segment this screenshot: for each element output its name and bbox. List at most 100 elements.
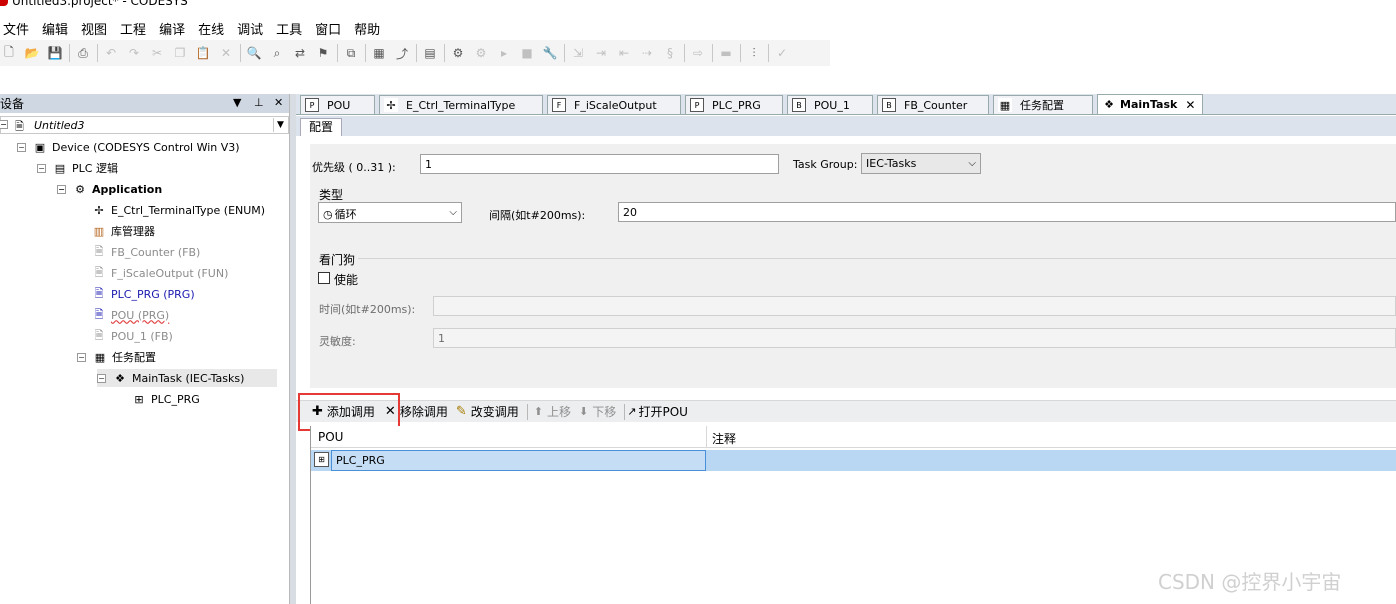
close-tab-icon[interactable]: ✕ (1185, 98, 1195, 112)
redo-icon[interactable]: ↷ (125, 44, 143, 62)
add-object-icon[interactable]: ▦ (370, 44, 388, 62)
collapse-icon[interactable]: − (77, 352, 86, 362)
login-icon[interactable]: ⚙ (449, 44, 467, 62)
move-up-button[interactable]: ⬆ 上移 (534, 403, 571, 420)
watchdog-label: 看门狗 (319, 253, 356, 267)
move-down-button[interactable]: ⬇ 下移 (579, 403, 616, 420)
tab-pou-1[interactable]: B POU_1 (787, 95, 873, 114)
pane-splitter[interactable] (289, 94, 296, 604)
devices-pane: 设备 ▼ ⊥ ✕ − 🗎 Untitled3 ▼ − ▣ Device (COD… (0, 94, 289, 604)
tab-f-iscaleoutput[interactable]: F F_iScaleOutput (547, 95, 681, 114)
interval-input[interactable]: 20 (618, 202, 1396, 222)
tree-node-pou-1[interactable]: 🗎 POU_1 (FB) (91, 327, 173, 345)
tools-icon[interactable]: 🔧 (541, 44, 559, 62)
copy-icon[interactable]: ❐ (171, 44, 189, 62)
print-icon[interactable]: ⎙ (74, 44, 92, 62)
menu-file[interactable]: 文件 (3, 18, 29, 38)
tree-node-library-manager[interactable]: ▥ 库管理器 (91, 222, 155, 240)
table-cell-pou[interactable]: PLC_PRG (331, 450, 706, 471)
menu-project[interactable]: 工程 (120, 18, 146, 38)
menu-online[interactable]: 在线 (198, 18, 224, 38)
project-root-selector[interactable]: − 🗎 Untitled3 ▼ (0, 116, 289, 134)
tab-maintask[interactable]: ❖ MainTask ✕ (1097, 94, 1203, 114)
devices-pane-title: 设备 (0, 97, 25, 111)
close-icon[interactable]: ✕ (274, 96, 283, 109)
task-group-select[interactable]: IEC-Tasks ⌵ (861, 153, 981, 174)
change-call-button[interactable]: ✎ 改变调用 (456, 403, 519, 420)
menu-help[interactable]: 帮助 (354, 18, 380, 38)
collapse-icon[interactable]: − (97, 373, 106, 383)
menu-edit[interactable]: 编辑 (42, 18, 68, 38)
menu-window[interactable]: 窗口 (315, 18, 341, 38)
column-header-pou[interactable]: POU (318, 430, 343, 444)
tree-node-device[interactable]: − ▣ Device (CODESYS Control Win V3) (17, 138, 240, 156)
cut-icon[interactable]: ✂ (148, 44, 166, 62)
collapse-icon[interactable]: − (57, 184, 66, 194)
copy-window-icon[interactable]: ⧉ (342, 44, 360, 62)
column-divider[interactable] (706, 426, 707, 448)
arrow-up-icon: ⬆ (533, 405, 543, 418)
tab-task-config[interactable]: ▦ 任务配置 (993, 95, 1093, 114)
breakpoint-icon[interactable]: § (661, 44, 679, 62)
step-over-icon[interactable]: ⇥ (592, 44, 610, 62)
task-config-icon: ▦ (94, 350, 106, 364)
next-statement-icon[interactable]: ⇨ (689, 44, 707, 62)
save-icon[interactable]: 💾 (46, 44, 64, 62)
pane-dropdown-icon[interactable]: ▼ (233, 96, 241, 109)
type-select[interactable]: ◷ 循环 ⌵ (318, 202, 462, 223)
find-next-icon[interactable]: ⌕ (268, 44, 286, 62)
delete-icon[interactable]: ✕ (217, 44, 235, 62)
toolbar-separator (740, 44, 741, 62)
column-header-comment[interactable]: 注释 (712, 430, 736, 447)
watchdog-enable-checkbox[interactable] (318, 272, 330, 284)
open-pou-button[interactable]: ↗ 打开POU (627, 403, 688, 420)
tree-node-f-iscaleoutput[interactable]: 🗎 F_iScaleOutput (FUN) (91, 264, 229, 282)
watchdog-time-input[interactable] (433, 296, 1396, 316)
pin-icon[interactable]: ⊥ (254, 96, 264, 109)
toggle-icon[interactable]: ▬ (717, 44, 735, 62)
start-icon[interactable]: ▸ (495, 44, 513, 62)
tree-node-enum[interactable]: ✢ E_Ctrl_TerminalType (ENUM) (91, 201, 265, 219)
menu-build[interactable]: 编译 (159, 18, 185, 38)
collapse-icon[interactable]: − (37, 163, 46, 173)
collapse-icon[interactable]: − (0, 120, 8, 129)
filter-icon[interactable]: ⫶ (745, 44, 763, 62)
bookmark-icon[interactable]: ⚑ (314, 44, 332, 62)
tree-node-maintask[interactable]: − ❖ MainTask (IEC-Tasks) (97, 369, 277, 387)
tree-node-fb-counter[interactable]: 🗎 FB_Counter (FB) (91, 243, 201, 261)
tree-node-plc-prg-call[interactable]: ⊞ PLC_PRG (131, 390, 199, 408)
run-to-cursor-icon[interactable]: ⇢ (638, 44, 656, 62)
stop-icon[interactable]: ■ (518, 44, 536, 62)
properties-icon[interactable]: ⤴ (393, 44, 411, 62)
tree-node-plc-prg[interactable]: 🗎 PLC_PRG (PRG) (91, 285, 195, 303)
replace-icon[interactable]: ⇄ (291, 44, 309, 62)
collapse-icon[interactable]: − (17, 142, 26, 152)
step-into-icon[interactable]: ⇲ (569, 44, 587, 62)
tab-fb-counter[interactable]: B FB_Counter (877, 95, 989, 114)
open-folder-icon[interactable]: 📂 (23, 44, 41, 62)
tab-pou[interactable]: P POU (300, 95, 375, 114)
check-icon[interactable]: ✓ (773, 44, 791, 62)
tree-node-plc-logic[interactable]: − ▤ PLC 逻辑 (37, 159, 118, 177)
priority-input[interactable]: 1 (420, 154, 779, 174)
step-out-icon[interactable]: ⇤ (615, 44, 633, 62)
find-icon[interactable]: 🔍 (245, 44, 263, 62)
chevron-down-icon: ⌵ (449, 207, 457, 218)
menu-view[interactable]: 视图 (81, 18, 107, 38)
tree-node-task-config[interactable]: − ▦ 任务配置 (77, 348, 156, 366)
tab-e-ctrl-terminaltype[interactable]: ✢ E_Ctrl_TerminalType (379, 95, 543, 114)
menu-tools[interactable]: 工具 (276, 18, 302, 38)
new-file-icon[interactable]: 🗋 (0, 44, 18, 62)
tree-node-application[interactable]: − ⚙ Application (57, 180, 162, 198)
chevron-down-icon[interactable]: ▼ (273, 118, 287, 132)
logout-icon[interactable]: ⚙ (472, 44, 490, 62)
tab-plc-prg[interactable]: P PLC_PRG (685, 95, 783, 114)
tree-node-pou[interactable]: 🗎 POU (PRG) (91, 306, 170, 324)
undo-icon[interactable]: ↶ (102, 44, 120, 62)
menu-debug[interactable]: 调试 (237, 18, 263, 38)
sensitivity-input[interactable]: 1 (433, 328, 1396, 348)
build-icon[interactable]: ▤ (421, 44, 439, 62)
tab-config[interactable]: 配置 (300, 118, 342, 136)
table-row[interactable]: ⊞ PLC_PRG (311, 450, 1396, 471)
paste-icon[interactable]: 📋 (194, 44, 212, 62)
